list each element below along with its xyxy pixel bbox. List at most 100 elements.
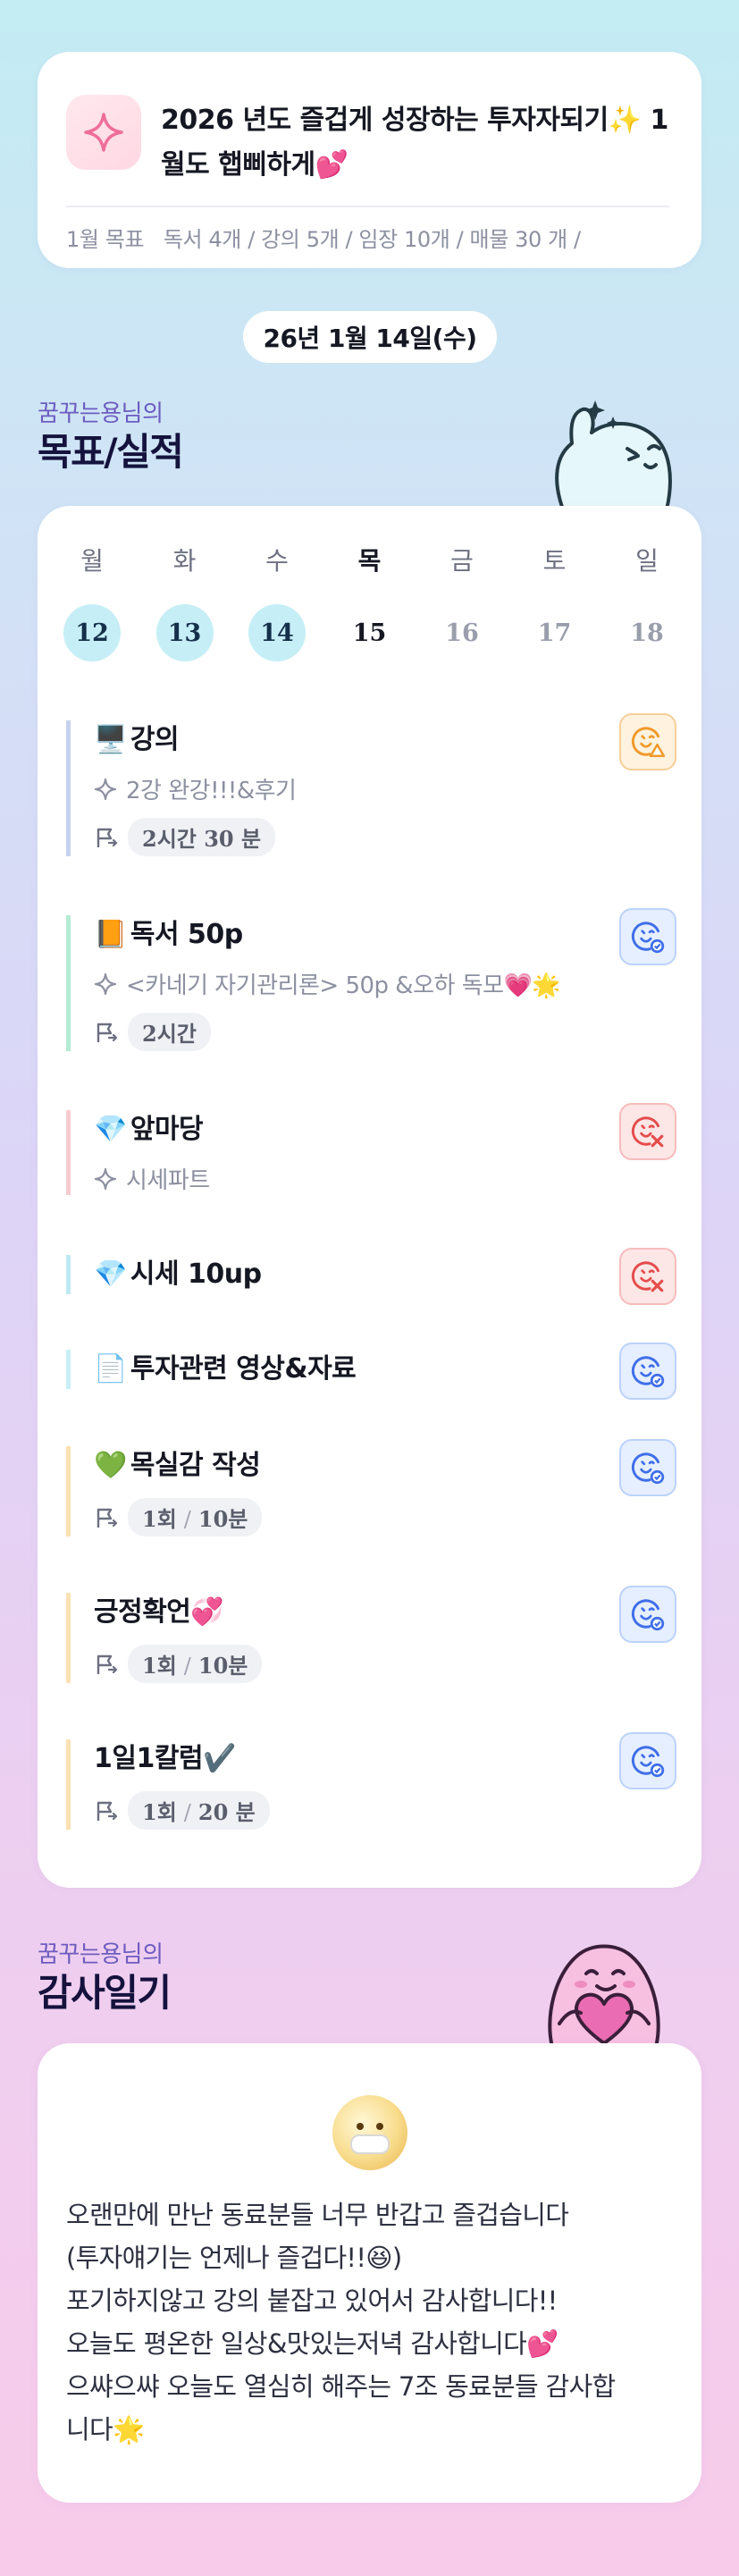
task-title-text: 목실감 작성	[130, 1450, 261, 1481]
goal-title-line2: 월도 햅삐하게💕	[161, 149, 349, 181]
task-item[interactable]: 💎 시세 10up	[66, 1248, 676, 1305]
task-title-text: 강의	[130, 724, 180, 755]
task-title: 💚 목실감 작성	[94, 1446, 676, 1486]
day-number: 15	[352, 619, 387, 647]
flag-repeat-icon	[97, 1508, 118, 1528]
status-done-icon[interactable]	[619, 1586, 676, 1643]
status-fail-icon[interactable]	[619, 1248, 676, 1305]
task-note: <카네기 자기관리론> 50p &오하 독모💗🌟	[94, 967, 676, 1000]
flag-repeat-icon	[97, 1654, 118, 1674]
gratitude-line: 포기하지않고 강의 붙잡고 있어서 감사합니다!!	[66, 2286, 558, 2316]
task-item[interactable]: 🖥️ 강의 2강 완강!!!&후기 2시간 30 분	[66, 713, 676, 856]
goal-summary-label: 1월 목표	[66, 227, 145, 252]
task-emoji-icon: 💎	[94, 1259, 127, 1290]
gratitude-line: (투자얘기는 언제나 즐겁다!!😆)	[66, 2243, 402, 2273]
task-item[interactable]: 긍정확언💞 1회/10분	[66, 1586, 676, 1683]
status-done-icon[interactable]	[619, 1439, 676, 1496]
day-number: 12	[63, 604, 121, 661]
task-note-text: 2강 완강!!!&후기	[126, 778, 297, 804]
task-title-text: 1일1칼럼✔️	[94, 1743, 236, 1774]
task-title: 💎 시세 10up	[94, 1255, 676, 1294]
task-title: 1일1칼럼✔️	[94, 1739, 676, 1779]
task-title-text: 투자관련 영상&자료	[130, 1353, 357, 1385]
gratitude-line: 으쌰으쌰 오늘도 열심히 해주는 7조 동료분들 감사합	[66, 2371, 616, 2402]
task-title: 📙 독서 50p	[94, 915, 676, 955]
task-meta: 2시간	[94, 1013, 676, 1051]
calendar-day[interactable]: 목 15	[340, 543, 399, 661]
task-meta: 1회/20 분	[94, 1791, 676, 1830]
task-title-text: 앞마당	[130, 1114, 204, 1145]
task-count: 1회	[142, 1506, 177, 1532]
task-meta: 1회/10분	[94, 1645, 676, 1683]
task-time: 10분	[197, 1506, 248, 1532]
day-name: 화	[172, 546, 197, 576]
calendar-day[interactable]: 월 12	[63, 543, 122, 661]
mascot-heart-illustration	[548, 1944, 660, 2047]
week-calendar: 월 12 화 13 수 14 목 15 금 16 토 17 일 18	[63, 543, 676, 661]
status-done-icon[interactable]	[619, 1732, 676, 1789]
task-title: 📄 투자관련 영상&자료	[94, 1350, 676, 1389]
status-partial-icon[interactable]	[619, 713, 676, 770]
calendar-day[interactable]: 금 16	[432, 543, 491, 661]
calendar-day[interactable]: 일 18	[617, 543, 676, 661]
day-number: 13	[155, 604, 214, 661]
task-item[interactable]: 📙 독서 50p <카네기 자기관리론> 50p &오하 독모💗🌟 2시간	[66, 908, 676, 1051]
day-name: 목	[357, 546, 382, 576]
day-name: 월	[80, 546, 104, 576]
task-emoji-icon: 💎	[94, 1114, 127, 1145]
task-meta: 2시간 30 분	[94, 818, 676, 856]
day-name: 일	[635, 546, 659, 576]
task-title-text: 시세 10up	[130, 1259, 262, 1290]
gratitude-line: 니다🌟	[66, 2414, 145, 2445]
task-duration: 1회/20 분	[128, 1791, 270, 1830]
task-item[interactable]: 💚 목실감 작성 1회/10분	[66, 1439, 676, 1536]
mask-face-icon	[332, 2095, 407, 2170]
task-item[interactable]: 📄 투자관련 영상&자료	[66, 1343, 676, 1400]
calendar-day[interactable]: 화 13	[155, 543, 214, 661]
sparkle-outline-icon	[94, 778, 117, 800]
task-item[interactable]: 💎 앞마당시세파트	[66, 1103, 676, 1195]
gratitude-line: 오늘도 평온한 일상&맛있는저녁 감사합니다💕	[66, 2328, 558, 2359]
goals-section-title: 목표/실적	[38, 430, 184, 474]
flag-repeat-icon	[97, 1801, 118, 1821]
calendar-day[interactable]: 수 14	[248, 543, 307, 661]
mascot-waving-illustration	[555, 400, 672, 509]
day-name: 수	[265, 546, 289, 576]
task-count: 1회	[142, 1653, 177, 1679]
task-emoji-icon: 📄	[94, 1353, 127, 1385]
task-emoji-icon: 💚	[94, 1450, 127, 1481]
calendar-day[interactable]: 토 17	[525, 543, 584, 661]
task-time: 10분	[197, 1653, 248, 1679]
day-number: 17	[537, 619, 572, 647]
goal-title: 2026 년도 즐겁게 성장하는 투자자되기✨ 1 월도 햅삐하게💕	[161, 98, 668, 188]
flag-repeat-icon	[97, 1023, 118, 1042]
day-number: 18	[630, 619, 664, 647]
goals-card: 월 12 화 13 수 14 목 15 금 16 토 17 일 18 🖥️ 강의 2강 완강!!!&후기 2시간…	[38, 506, 701, 1888]
task-title: 긍정확언💞	[94, 1593, 676, 1632]
task-note: 2강 완강!!!&후기	[94, 772, 676, 805]
task-note-text: 시세파트	[126, 1167, 210, 1194]
task-title: 🖥️ 강의	[94, 720, 676, 760]
task-item[interactable]: 1일1칼럼✔️ 1회/20 분	[66, 1732, 676, 1830]
status-fail-icon[interactable]	[619, 1103, 676, 1160]
goal-title-line1: 2026 년도 즐겁게 성장하는 투자자되기✨ 1	[161, 105, 668, 136]
task-note: 시세파트	[94, 1162, 676, 1195]
status-done-icon[interactable]	[619, 1343, 676, 1400]
gratitude-card: 오랜만에 만난 동료분들 너무 반갑고 즐겁습니다 (투자얘기는 언제나 즐겁다!…	[38, 2043, 701, 2503]
task-title: 💎 앞마당	[94, 1110, 676, 1149]
day-number: 14	[248, 604, 306, 661]
divider	[66, 206, 669, 207]
task-duration: 1회/10분	[128, 1645, 263, 1683]
day-name: 금	[450, 546, 474, 576]
gratitude-line: 오랜만에 만난 동료분들 너무 반갑고 즐겁습니다	[66, 2200, 569, 2230]
task-title-text: 긍정확언💞	[94, 1596, 224, 1628]
task-note-text: <카네기 자기관리론> 50p &오하 독모💗🌟	[126, 972, 561, 999]
thanks-section-title: 감사일기	[38, 1971, 172, 2015]
day-name: 토	[542, 546, 567, 576]
goal-card: 2026 년도 즐겁게 성장하는 투자자되기✨ 1 월도 햅삐하게💕 1월 목표…	[38, 52, 701, 268]
task-emoji-icon: 🖥️	[94, 724, 127, 755]
task-duration: 2시간	[128, 1013, 211, 1051]
status-done-icon[interactable]	[619, 908, 676, 965]
gratitude-text: 오랜만에 만난 동료분들 너무 반갑고 즐겁습니다 (투자얘기는 언제나 즐겁다!…	[66, 2193, 666, 2451]
task-count: 1회	[142, 1799, 177, 1825]
